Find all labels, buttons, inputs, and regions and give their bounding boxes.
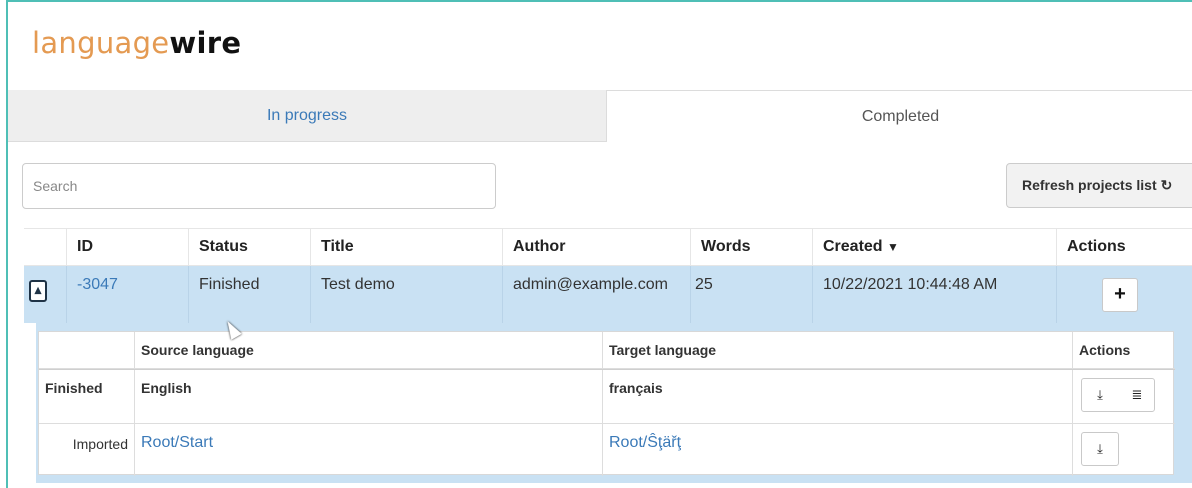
- logo: languagewire: [32, 26, 242, 60]
- download-icon[interactable]: ⤓: [1081, 432, 1119, 466]
- file-row-status: Imported: [72, 436, 128, 452]
- collapse-chevron-icon[interactable]: ▴: [29, 280, 47, 302]
- header-status[interactable]: Status: [188, 229, 310, 267]
- project-title: Test demo: [310, 266, 502, 323]
- refresh-label: Refresh projects list: [1022, 177, 1157, 193]
- header-words[interactable]: Words: [690, 229, 812, 267]
- source-file-link[interactable]: Root/Start: [135, 434, 213, 452]
- table-row[interactable]: ▴ -3047 Finished Test demo admin@example…: [24, 266, 1192, 323]
- target-language: français: [609, 380, 663, 396]
- header-title[interactable]: Title: [310, 229, 502, 267]
- project-id-link[interactable]: -3047: [66, 266, 188, 323]
- queue-icon[interactable]: ≣: [1119, 379, 1155, 411]
- header-expand: [24, 229, 66, 267]
- refresh-projects-button[interactable]: Refresh projects list ↻: [1006, 163, 1192, 208]
- header-author[interactable]: Author: [502, 229, 690, 267]
- header-target-language: Target language: [609, 342, 717, 358]
- languages-table: Source language Target language Actions …: [38, 331, 1175, 476]
- tab-bar: In progress Completed: [8, 90, 1192, 142]
- tab-completed[interactable]: Completed: [606, 90, 1192, 142]
- project-status: Finished: [188, 266, 310, 323]
- lang-row-status: Finished: [45, 380, 103, 396]
- target-file-link[interactable]: Root/Ŝţäřţ: [603, 434, 681, 452]
- header-source-language: Source language: [141, 342, 254, 358]
- lang-row-actions: ⤓ ≣: [1081, 378, 1155, 412]
- download-icon[interactable]: ⤓: [1082, 379, 1118, 411]
- languages-panel: Source language Target language Actions …: [36, 323, 1192, 483]
- expand-cell: ▴: [24, 266, 66, 323]
- header-id[interactable]: ID: [66, 229, 188, 267]
- tab-in-progress[interactable]: In progress: [8, 90, 606, 142]
- plus-icon[interactable]: +: [1102, 278, 1138, 312]
- refresh-icon: ↻: [1160, 177, 1173, 193]
- table-header: ID Status Title Author Words Created ▼ A…: [24, 228, 1192, 267]
- source-language: English: [141, 380, 192, 396]
- project-created: 10/22/2021 10:44:48 AM: [812, 266, 1056, 323]
- search-input[interactable]: [22, 163, 496, 209]
- project-author: admin@example.com: [502, 266, 690, 323]
- app-frame: languagewire In progress Completed Refre…: [6, 0, 1192, 488]
- header-created[interactable]: Created ▼: [812, 229, 1056, 267]
- header-actions: Actions: [1056, 229, 1192, 267]
- sort-desc-icon: ▼: [887, 240, 899, 254]
- header-sub-actions: Actions: [1079, 342, 1131, 358]
- project-words: 25: [690, 266, 812, 323]
